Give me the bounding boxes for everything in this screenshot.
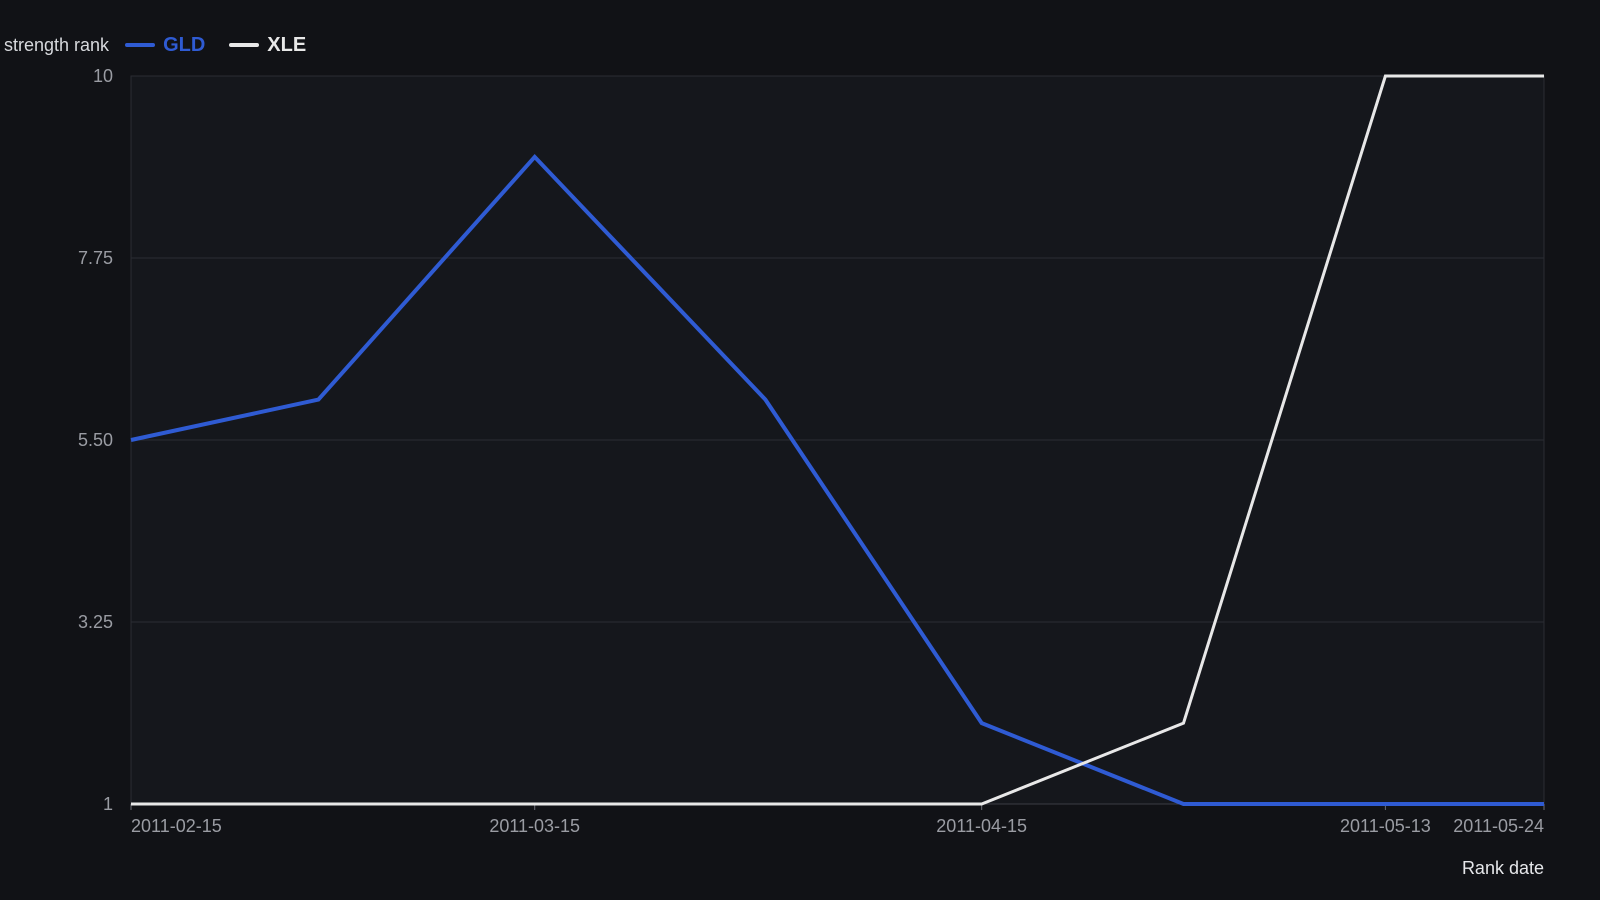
chart: strength rank GLD XLE 1 3.25 5.50 7.75 10 20… xyxy=(0,0,1600,900)
y-axis: 1 3.25 5.50 7.75 10 xyxy=(78,66,113,814)
y-tick-label: 3.25 xyxy=(78,612,113,632)
x-tick-label: 2011-03-15 xyxy=(489,816,580,836)
x-tick-label: 2011-04-15 xyxy=(936,816,1027,836)
x-axis: 2011-02-15 2011-03-15 2011-04-15 2011-05-13… xyxy=(130,803,1545,836)
y-tick-label: 7.75 xyxy=(78,248,113,268)
y-tick-label: 5.50 xyxy=(78,430,113,450)
y-tick-label: 1 xyxy=(103,794,113,814)
y-tick-label: 10 xyxy=(93,66,113,86)
x-tick-label: 2011-02-15 xyxy=(131,816,222,836)
plot-area: 13.255.507.7510 2011-02-15 2011-03-15 2011… xyxy=(78,66,1545,878)
grid-lines xyxy=(130,75,1545,805)
x-tick-label: 2011-05-24 xyxy=(1453,816,1544,836)
x-tick-label: 2011-05-13 xyxy=(1340,816,1431,836)
x-axis-title: Rank date xyxy=(1462,858,1544,878)
